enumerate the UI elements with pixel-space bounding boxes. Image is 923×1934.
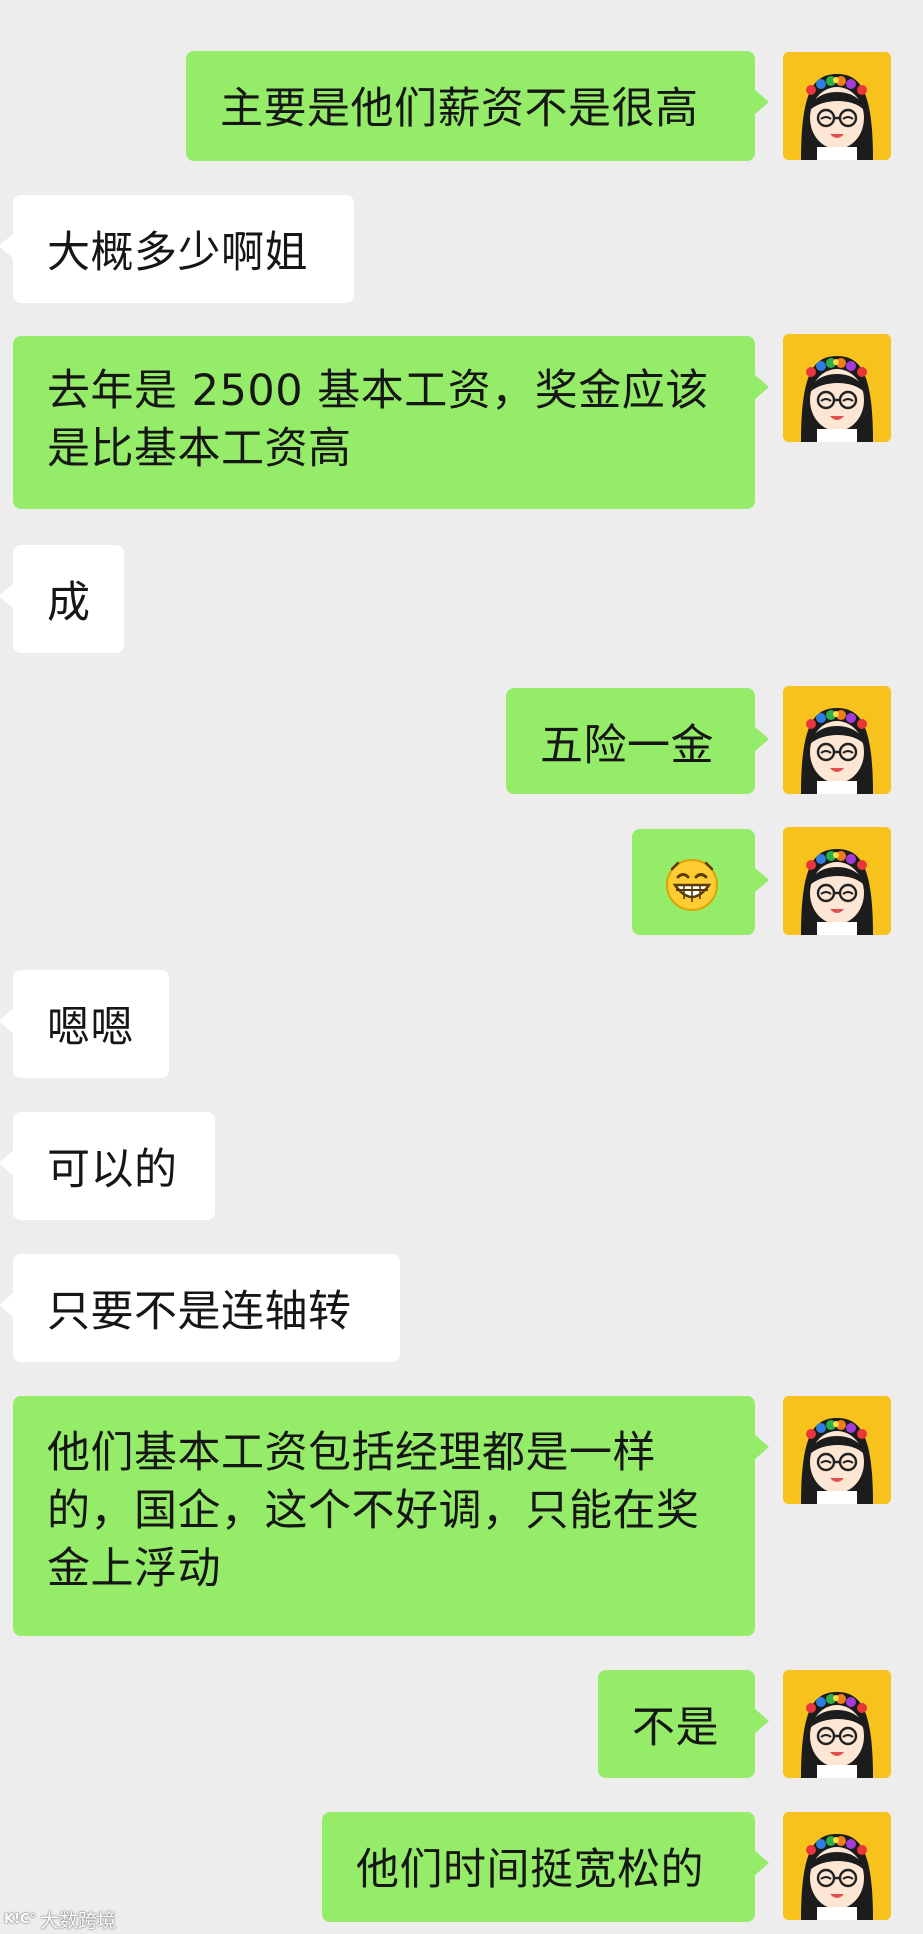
message-bubble-outgoing[interactable]: 他们基本工资包括经理都是一样的，国企，这个不好调，只能在奖金上浮动: [13, 1396, 769, 1636]
watermark: K!C° 大数跨境: [4, 1906, 116, 1933]
message-text: 成: [47, 578, 91, 628]
message-bubble-incoming[interactable]: 成: [0, 545, 124, 653]
message-text: 他们时间挺宽松的: [356, 1845, 704, 1895]
avatar-girl-icon: [783, 827, 891, 935]
watermark-text: 大数跨境: [40, 1910, 117, 1932]
message-text: 五险一金: [540, 721, 714, 771]
chat-area: 主要是他们薪资不是很高 大概多少啊姐 去年是 2500 基本工资，奖金应该是比基…: [0, 0, 923, 1934]
user-avatar[interactable]: [783, 52, 891, 160]
message-text: 嗯嗯: [47, 1003, 134, 1053]
message-bubble-outgoing[interactable]: [632, 829, 769, 935]
message-text: 可以的: [47, 1145, 178, 1195]
user-avatar[interactable]: [783, 686, 891, 794]
avatar-girl-icon: [783, 1396, 891, 1504]
message-text: 大概多少啊姐: [47, 228, 308, 278]
message-bubble-outgoing[interactable]: 五险一金: [506, 688, 769, 794]
avatar-girl-icon: [783, 52, 891, 160]
avatar-girl-icon: [783, 334, 891, 442]
message-bubble-incoming[interactable]: 大概多少啊姐: [0, 195, 354, 303]
message-bubble-outgoing[interactable]: 不是: [598, 1670, 769, 1778]
watermark-logo: K!C°: [4, 1912, 37, 1927]
user-avatar[interactable]: [783, 1670, 891, 1778]
message-text: 他们基本工资包括经理都是一样的，国企，这个不好调，只能在奖金上浮动: [47, 1428, 700, 1594]
avatar-girl-icon: [783, 1670, 891, 1778]
user-avatar[interactable]: [783, 1396, 891, 1504]
avatar-girl-icon: [783, 1812, 891, 1920]
message-text: 去年是 2500 基本工资，奖金应该是比基本工资高: [47, 366, 709, 474]
user-avatar[interactable]: [783, 334, 891, 442]
message-bubble-incoming[interactable]: 只要不是连轴转: [0, 1254, 400, 1362]
message-bubble-outgoing[interactable]: 他们时间挺宽松的: [322, 1812, 769, 1922]
grin-emoji-icon: [666, 858, 718, 911]
avatar-girl-icon: [783, 686, 891, 794]
user-avatar[interactable]: [783, 827, 891, 935]
message-bubble-incoming[interactable]: 嗯嗯: [0, 970, 169, 1078]
message-bubble-outgoing[interactable]: 去年是 2500 基本工资，奖金应该是比基本工资高: [13, 336, 769, 509]
message-text: 不是: [632, 1703, 719, 1753]
message-text: 只要不是连轴转: [47, 1287, 352, 1337]
message-bubble-incoming[interactable]: 可以的: [0, 1112, 215, 1220]
user-avatar[interactable]: [783, 1812, 891, 1920]
message-bubble-outgoing[interactable]: 主要是他们薪资不是很高: [186, 51, 769, 161]
message-text: 主要是他们薪资不是很高: [220, 84, 699, 134]
